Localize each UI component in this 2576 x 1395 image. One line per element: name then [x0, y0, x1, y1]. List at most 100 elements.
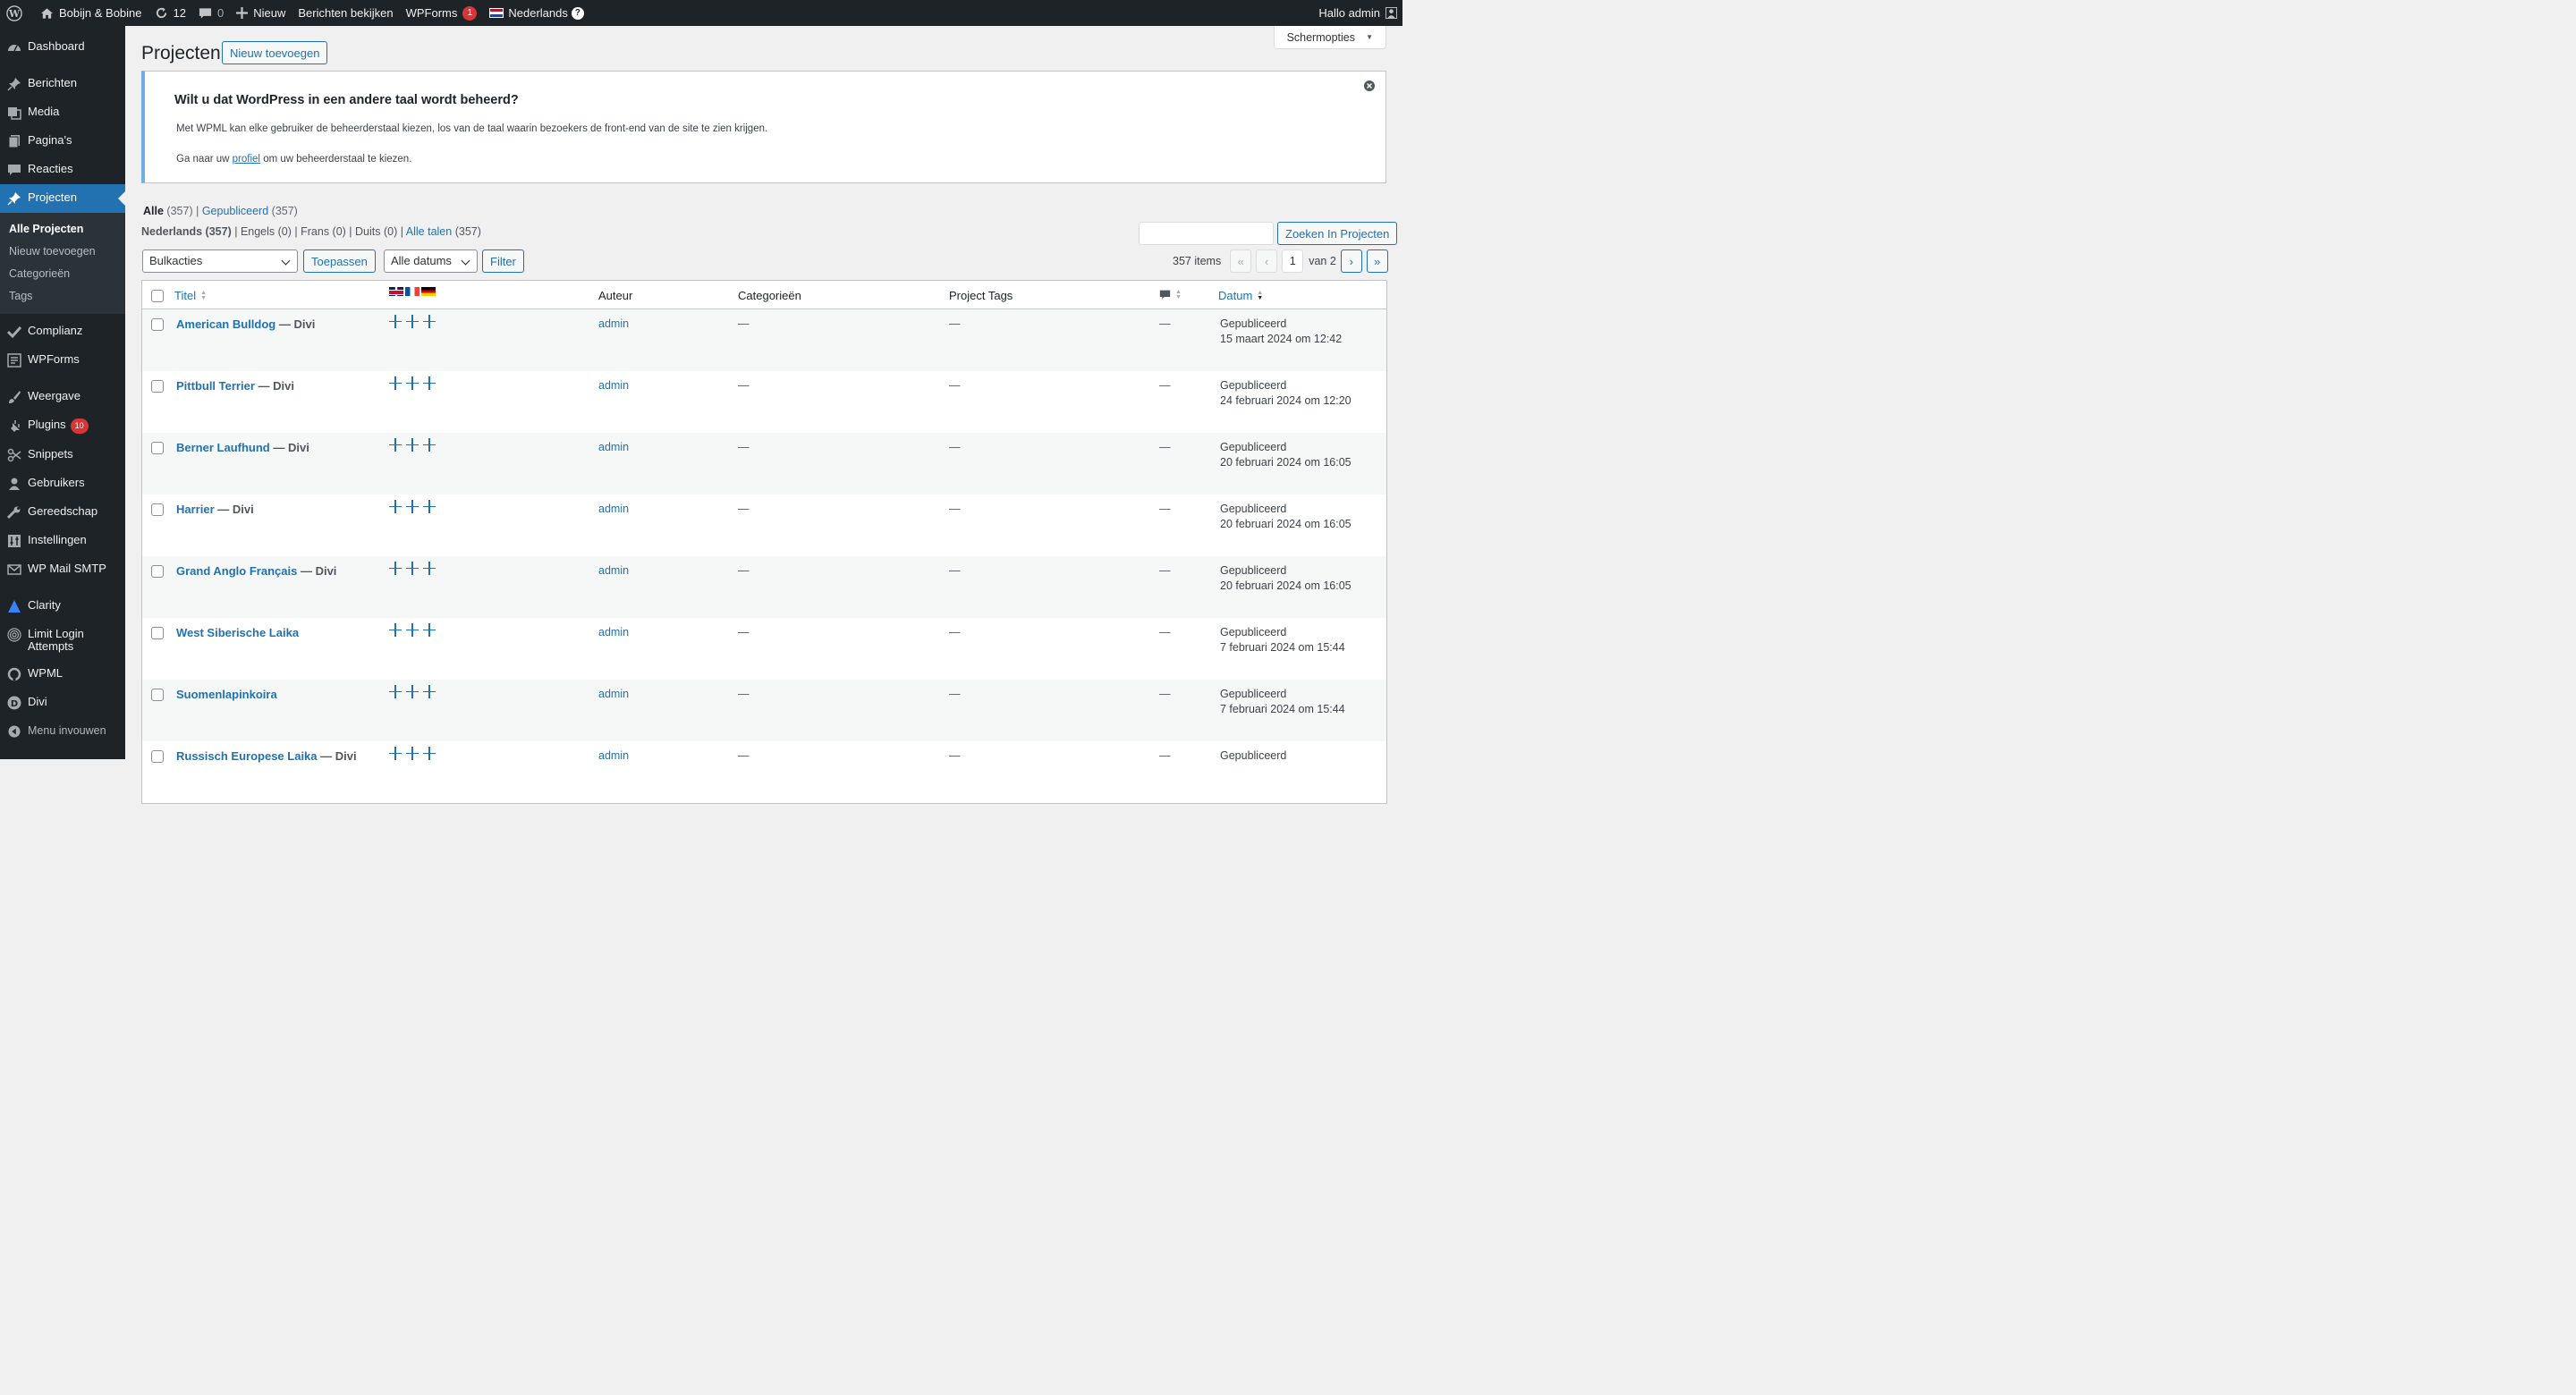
current-page-input[interactable]: 1: [1282, 249, 1304, 273]
menu-snippets[interactable]: Snippets: [0, 441, 125, 469]
add-translation-en-icon[interactable]: [389, 438, 402, 452]
comments-link[interactable]: 0: [192, 0, 230, 26]
menu-wpml[interactable]: WPML: [0, 660, 125, 689]
dismiss-icon[interactable]: [1364, 80, 1375, 94]
add-translation-fr-icon[interactable]: [406, 376, 419, 390]
submenu-all-projects[interactable]: Alle Projecten: [0, 218, 125, 241]
add-translation-en-icon[interactable]: [389, 500, 402, 513]
row-author-link[interactable]: admin: [598, 625, 629, 640]
submenu-tags[interactable]: Tags: [0, 285, 125, 308]
add-translation-de-icon[interactable]: [423, 562, 436, 575]
add-translation-fr-icon[interactable]: [406, 438, 419, 452]
add-new-button[interactable]: Nieuw toevoegen: [222, 41, 328, 64]
row-title-link[interactable]: West Siberische Laika: [176, 626, 299, 639]
menu-clarity[interactable]: Clarity: [0, 592, 125, 621]
menu-media[interactable]: Media: [0, 98, 125, 127]
add-translation-de-icon[interactable]: [423, 747, 436, 760]
submenu-categories[interactable]: Categorieën: [0, 263, 125, 285]
view-published[interactable]: Gepubliceerd: [202, 205, 268, 217]
row-author-link[interactable]: admin: [598, 378, 629, 393]
row-author-link[interactable]: admin: [598, 440, 629, 455]
add-translation-en-icon[interactable]: [389, 685, 402, 698]
column-title[interactable]: Titel ▲ ▼: [174, 289, 207, 302]
next-page-button[interactable]: ›: [1340, 249, 1362, 273]
menu-divi[interactable]: D Divi: [0, 689, 125, 717]
view-posts-link[interactable]: Berichten bekijken: [292, 0, 399, 26]
menu-gereedschap[interactable]: Gereedschap: [0, 498, 125, 527]
row-checkbox[interactable]: [151, 565, 164, 578]
row-author-link[interactable]: admin: [598, 317, 629, 332]
row-checkbox[interactable]: [151, 503, 164, 516]
add-translation-en-icon[interactable]: [389, 623, 402, 637]
add-translation-fr-icon[interactable]: [406, 747, 419, 760]
add-translation-fr-icon[interactable]: [406, 500, 419, 513]
row-author-link[interactable]: admin: [598, 563, 629, 579]
row-author-link[interactable]: admin: [598, 748, 629, 764]
column-date[interactable]: Datum ▲ ▼: [1218, 289, 1263, 302]
row-checkbox[interactable]: [151, 442, 164, 454]
add-translation-fr-icon[interactable]: [406, 623, 419, 637]
language-switcher[interactable]: Nederlands ?: [483, 0, 590, 26]
profile-link[interactable]: profiel: [233, 154, 260, 165]
add-translation-de-icon[interactable]: [423, 376, 436, 390]
row-title-link[interactable]: Russisch Europese Laika: [176, 749, 318, 763]
submenu-add-new[interactable]: Nieuw toevoegen: [0, 241, 125, 263]
row-title-link[interactable]: Suomenlapinkoira: [176, 688, 277, 701]
row-title-link[interactable]: Grand Anglo Français: [176, 564, 297, 578]
add-translation-en-icon[interactable]: [389, 562, 402, 575]
date-filter-select[interactable]: Alle datums: [384, 249, 478, 273]
row-checkbox[interactable]: [151, 318, 164, 331]
site-name-link[interactable]: Bobijn & Bobine: [34, 0, 148, 26]
select-all-checkbox[interactable]: [151, 290, 164, 302]
add-translation-fr-icon[interactable]: [406, 685, 419, 698]
row-title-link[interactable]: American Bulldog: [176, 317, 275, 331]
row-title-link[interactable]: Harrier: [176, 503, 215, 516]
menu-projecten[interactable]: Projecten: [0, 184, 125, 213]
row-checkbox[interactable]: [151, 380, 164, 393]
menu-paginas[interactable]: Pagina's: [0, 127, 125, 156]
menu-limit-login-attempts[interactable]: Limit Login Attempts: [0, 621, 125, 660]
menu-plugins[interactable]: Plugins 10: [0, 411, 125, 441]
add-translation-de-icon[interactable]: [423, 500, 436, 513]
add-translation-fr-icon[interactable]: [406, 315, 419, 328]
row-checkbox[interactable]: [151, 627, 164, 639]
screen-options-button[interactable]: Schermopties: [1273, 26, 1386, 49]
add-translation-de-icon[interactable]: [423, 315, 436, 328]
row-author-link[interactable]: admin: [598, 502, 629, 517]
row-author-link[interactable]: admin: [598, 687, 629, 702]
add-translation-de-icon[interactable]: [423, 438, 436, 452]
lang-nl[interactable]: Nederlands (357): [141, 225, 232, 238]
menu-gebruikers[interactable]: Gebruikers: [0, 469, 125, 498]
add-translation-en-icon[interactable]: [389, 747, 402, 760]
last-page-button[interactable]: »: [1366, 249, 1388, 273]
menu-wp-mail-smtp[interactable]: WP Mail SMTP: [0, 555, 125, 584]
view-all[interactable]: Alle: [143, 205, 164, 217]
row-checkbox[interactable]: [151, 750, 164, 763]
help-icon[interactable]: ?: [571, 6, 584, 20]
apply-button[interactable]: Toepassen: [303, 249, 376, 273]
add-translation-de-icon[interactable]: [423, 685, 436, 698]
column-comments[interactable]: ▲ ▼: [1159, 289, 1182, 300]
menu-collapse-button[interactable]: Menu invouwen: [0, 717, 125, 746]
lang-en[interactable]: Engels (0): [241, 225, 292, 238]
add-translation-fr-icon[interactable]: [406, 562, 419, 575]
menu-complianz[interactable]: Complianz: [0, 317, 125, 346]
add-translation-en-icon[interactable]: [389, 315, 402, 328]
menu-dashboard[interactable]: Dashboard: [0, 33, 125, 62]
lang-all[interactable]: Alle talen: [406, 225, 452, 238]
search-button[interactable]: Zoeken In Projecten: [1277, 222, 1398, 245]
bulk-actions-select[interactable]: Bulkacties: [142, 249, 298, 273]
new-content-link[interactable]: Nieuw: [230, 0, 292, 26]
updates-link[interactable]: 12: [148, 0, 192, 26]
lang-de[interactable]: Duits (0): [355, 225, 397, 238]
row-title-link[interactable]: Berner Laufhund: [176, 441, 270, 454]
wpforms-link[interactable]: WPForms 1: [400, 0, 484, 26]
menu-reacties[interactable]: Reacties: [0, 156, 125, 184]
filter-button[interactable]: Filter: [482, 249, 524, 273]
search-input[interactable]: [1139, 222, 1274, 245]
wordpress-logo-icon[interactable]: W: [0, 0, 34, 26]
row-title-link[interactable]: Pittbull Terrier: [176, 379, 255, 393]
add-translation-de-icon[interactable]: [423, 623, 436, 637]
lang-fr[interactable]: Frans (0): [301, 225, 346, 238]
add-translation-en-icon[interactable]: [389, 376, 402, 390]
